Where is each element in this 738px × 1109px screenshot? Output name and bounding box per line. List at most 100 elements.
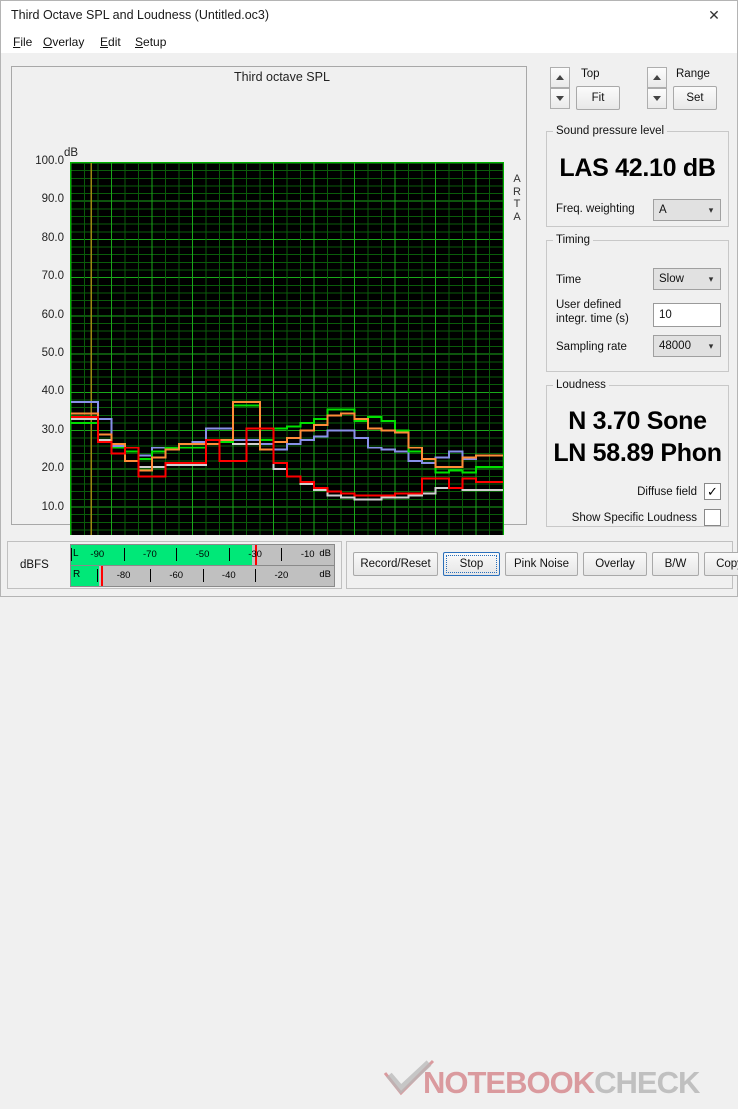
menu-item-file[interactable]: File — [9, 34, 36, 50]
time-select[interactable]: Slow ▾ — [653, 268, 721, 290]
freq-weighting-value: A — [659, 204, 667, 216]
diffuse-field-label: Diffuse field — [637, 485, 697, 498]
bw-button-label: B/W — [664, 558, 687, 570]
y-axis-unit-label: dB — [64, 147, 79, 159]
y-axis-tick-label: 60.0 — [41, 308, 64, 321]
y-axis-tick-label: 70.0 — [41, 270, 64, 283]
overlay-button[interactable]: Overlay — [583, 552, 647, 576]
top-control-group: Top Fit — [550, 66, 630, 110]
loudness-sone-value: N 3.70 Sone — [568, 407, 707, 435]
meter-unit-label: dB — [319, 548, 331, 559]
focus-ring — [446, 555, 497, 573]
y-axis-tick-label: 100.0 — [35, 155, 64, 167]
meter-tick-label: -70 — [143, 549, 157, 560]
top-spin-down-icon[interactable] — [550, 88, 570, 109]
y-axis-tick-label: 80.0 — [41, 231, 64, 244]
chevron-down-icon: ▾ — [708, 204, 714, 215]
overlay-button-label: Overlay — [595, 558, 635, 570]
integr-time-input[interactable]: 10 — [653, 303, 721, 327]
spl-group-label: Sound pressure level — [556, 125, 665, 137]
meter-tick-label: -60 — [169, 570, 184, 581]
y-axis-tick-label: 30.0 — [41, 423, 64, 436]
menu-item-setup[interactable]: Setup — [131, 34, 170, 50]
y-axis-tick-label: 10.0 — [41, 500, 64, 513]
time-value: Slow — [659, 273, 684, 285]
meter-tick-mark — [255, 569, 257, 582]
timing-group-label: Timing — [556, 234, 591, 246]
integr-time-value: 10 — [659, 309, 672, 321]
record-reset-button-label: Record/Reset — [360, 558, 431, 570]
watermark-text: NOTEBOOKCHECK — [423, 1065, 700, 1101]
dbfs-level-meter[interactable]: L -90 -70 -50 -30 -10 dB R -80 -60 -40 -20 dB — [70, 544, 335, 587]
bw-button[interactable]: B/W — [652, 552, 699, 576]
chevron-down-icon: ▾ — [708, 273, 714, 284]
range-control-group: Range Set — [647, 66, 732, 110]
freq-weighting-label: Freq. weighting — [556, 203, 635, 215]
range-spinner[interactable] — [647, 67, 667, 109]
integr-time-label: User defined integr. time (s) — [556, 299, 629, 326]
stop-button[interactable]: Stop — [443, 552, 500, 576]
meter-tick-label: -30 — [248, 549, 262, 560]
arta-letter: A — [513, 210, 521, 223]
sampling-rate-value: 48000 — [659, 340, 691, 352]
record-reset-button[interactable]: Record/Reset — [353, 552, 438, 576]
range-label: Range — [676, 68, 710, 80]
loudness-group: Loudness N 3.70 Sone LN 58.89 Phon Diffu… — [546, 379, 729, 527]
meter-tick-mark — [123, 548, 125, 561]
copy-button[interactable]: Copy — [704, 552, 738, 576]
notebookcheck-watermark: NOTEBOOKCHECK — [379, 1057, 737, 1109]
meter-tick-mark — [149, 569, 151, 582]
sampling-rate-label: Sampling rate — [556, 341, 627, 353]
plot-area[interactable] — [70, 162, 504, 546]
arta-letter: T — [513, 198, 521, 210]
close-icon[interactable]: ✕ — [691, 1, 737, 30]
top-fit-button[interactable]: Fit — [576, 86, 620, 110]
meter-tick-mark — [202, 569, 204, 582]
specific-loudness-row[interactable]: Show Specific Loudness — [547, 509, 721, 526]
bottom-bar: dBFS L -90 -70 -50 -30 -10 dB R -80 -60 -40 -20 dB R… — [1, 535, 738, 1100]
menu-bar: File Overlay Edit Setup — [1, 31, 737, 53]
y-axis-tick-label: 50.0 — [41, 347, 64, 359]
sampling-rate-select[interactable]: 48000 ▾ — [653, 335, 721, 357]
specific-loudness-label: Show Specific Loudness — [571, 511, 697, 524]
controls-pane: Top Fit Range Set Sound pressure level L… — [537, 53, 737, 535]
chevron-down-icon: ▾ — [708, 340, 714, 351]
loudness-phon-value: LN 58.89 Phon — [553, 439, 722, 467]
arta-letter: R — [513, 185, 521, 198]
pink-noise-button[interactable]: Pink Noise — [505, 552, 578, 576]
meter-tick-mark — [97, 569, 99, 582]
meter-unit-label: dB — [319, 569, 331, 580]
chart-title: Third octave SPL — [234, 70, 330, 84]
menu-item-edit[interactable]: Edit — [96, 34, 125, 50]
integr-time-label-line2: integr. time (s) — [556, 312, 629, 325]
pink-noise-button-label: Pink Noise — [514, 558, 569, 570]
top-spinner[interactable] — [550, 67, 570, 109]
arta-watermark-label: ARTA — [509, 173, 525, 223]
meter-tick-label: -40 — [221, 570, 236, 581]
top-label: Top — [581, 68, 600, 80]
meter-tick-mark — [176, 548, 178, 561]
range-set-button[interactable]: Set — [673, 86, 717, 110]
meter-tick-label: -50 — [195, 549, 210, 560]
range-spin-down-icon[interactable] — [647, 88, 667, 109]
meter-tick-mark — [281, 548, 283, 561]
diffuse-field-row[interactable]: Diffuse field — [547, 483, 721, 500]
meter-channel-label: R — [73, 569, 81, 580]
spl-value: LAS 42.10 dB — [559, 154, 716, 182]
top-spin-up-icon[interactable] — [550, 67, 570, 88]
freq-weighting-select[interactable]: A ▾ — [653, 199, 721, 221]
window-title: Third Octave SPL and Loudness (Untitled.… — [11, 8, 270, 22]
menu-item-overlay[interactable]: Overlay — [39, 34, 88, 50]
meter-tick-label: -80 — [116, 570, 131, 581]
diffuse-field-checkbox[interactable] — [704, 483, 721, 500]
meter-channel-label: L — [73, 548, 79, 559]
dbfs-label: dBFS — [20, 559, 49, 571]
meter-tick-label: -20 — [274, 570, 289, 581]
range-spin-up-icon[interactable] — [647, 67, 667, 88]
y-axis-tick-label: 90.0 — [41, 193, 64, 206]
loudness-group-label: Loudness — [556, 379, 606, 391]
spl-group: Sound pressure level LAS 42.10 dB Freq. … — [546, 125, 729, 227]
app-window: Third Octave SPL and Loudness (Untitled.… — [0, 0, 738, 1100]
specific-loudness-checkbox[interactable] — [704, 509, 721, 526]
y-axis-tick-label: 40.0 — [41, 385, 64, 398]
